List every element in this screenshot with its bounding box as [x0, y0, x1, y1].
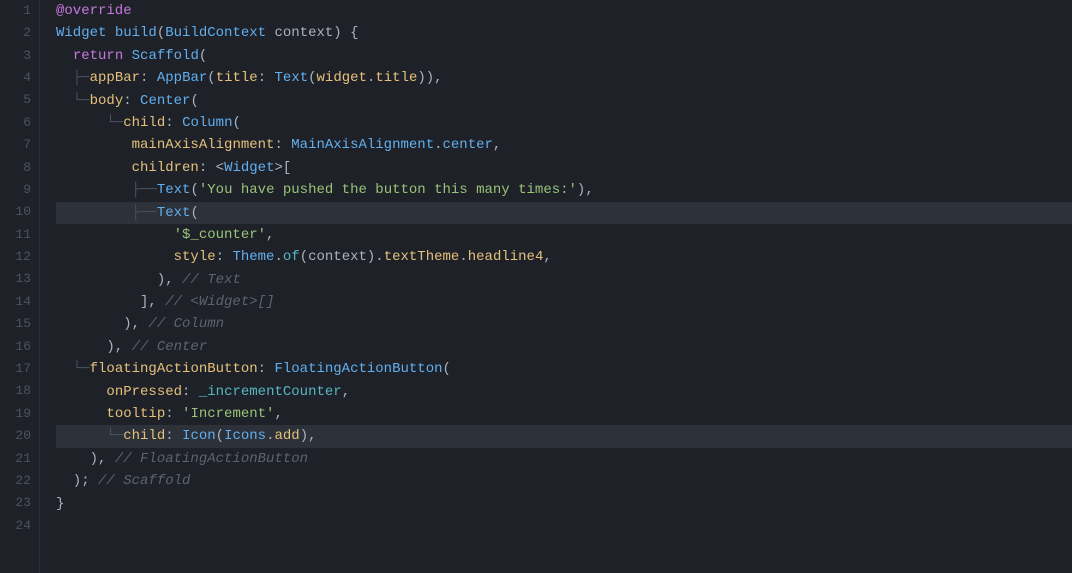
code-line-11: '$_counter', — [56, 224, 1072, 246]
line-num-12: 12 — [15, 246, 31, 268]
code-line-18: onPressed: _incrementCounter, — [56, 381, 1072, 403]
line-num-22: 22 — [15, 470, 31, 492]
code-line-24 — [56, 515, 1072, 537]
code-line-8: children: <Widget>[ — [56, 157, 1072, 179]
code-line-7: mainAxisAlignment: MainAxisAlignment.cen… — [56, 134, 1072, 156]
code-line-3: return Scaffold( — [56, 45, 1072, 67]
line-num-1: 1 — [23, 0, 31, 22]
code-line-14: ], // <Widget>[] — [56, 291, 1072, 313]
line-num-5: 5 — [23, 90, 31, 112]
line-num-9: 9 — [23, 179, 31, 201]
line-num-21: 21 — [15, 448, 31, 470]
code-line-17: └─floatingActionButton: FloatingActionBu… — [56, 358, 1072, 380]
annotation-override: @override — [56, 0, 132, 22]
line-num-10: 10 — [15, 202, 31, 224]
line-num-15: 15 — [15, 313, 31, 335]
code-line-5: └─body: Center( — [56, 90, 1072, 112]
code-editor: 1 2 3 4 5 6 7 8 9 10 11 12 13 14 15 16 1… — [0, 0, 1072, 573]
line-num-8: 8 — [23, 157, 31, 179]
code-line-23: } — [56, 493, 1072, 515]
code-line-20: └─child: Icon(Icons.add), — [56, 425, 1072, 447]
code-line-19: tooltip: 'Increment', — [56, 403, 1072, 425]
line-num-19: 19 — [15, 403, 31, 425]
line-num-13: 13 — [15, 269, 31, 291]
line-num-18: 18 — [15, 381, 31, 403]
code-line-9: ├──Text('You have pushed the button this… — [56, 179, 1072, 201]
line-num-17: 17 — [15, 358, 31, 380]
line-num-2: 2 — [23, 22, 31, 44]
code-line-12: style: Theme.of(context).textTheme.headl… — [56, 246, 1072, 268]
code-line-15: ), // Column — [56, 313, 1072, 335]
line-num-11: 11 — [15, 224, 31, 246]
code-line-2: Widget build(BuildContext context) { — [56, 22, 1072, 44]
line-num-4: 4 — [23, 67, 31, 89]
line-num-3: 3 — [23, 45, 31, 67]
line-num-23: 23 — [15, 493, 31, 515]
line-num-24: 24 — [15, 515, 31, 537]
line-numbers: 1 2 3 4 5 6 7 8 9 10 11 12 13 14 15 16 1… — [0, 0, 40, 573]
code-line-1: @override — [56, 0, 1072, 22]
code-line-4: ├─appBar: AppBar(title: Text(widget.titl… — [56, 67, 1072, 89]
code-line-16: ), // Center — [56, 336, 1072, 358]
line-num-7: 7 — [23, 134, 31, 156]
line-num-16: 16 — [15, 336, 31, 358]
line-num-20: 20 — [15, 425, 31, 447]
line-num-14: 14 — [15, 291, 31, 313]
code-line-22: ); // Scaffold — [56, 470, 1072, 492]
code-line-21: ), // FloatingActionButton — [56, 448, 1072, 470]
code-content[interactable]: @override Widget build(BuildContext cont… — [40, 0, 1072, 573]
line-num-6: 6 — [23, 112, 31, 134]
code-line-10: ├──Text( — [56, 202, 1072, 224]
code-line-13: ), // Text — [56, 269, 1072, 291]
code-line-6: └─child: Column( — [56, 112, 1072, 134]
